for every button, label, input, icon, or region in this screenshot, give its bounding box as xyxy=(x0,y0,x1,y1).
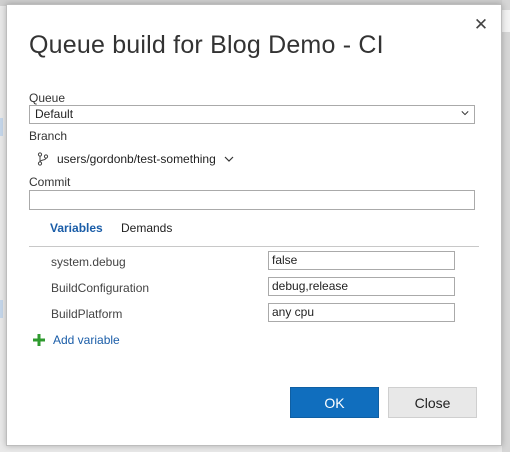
tab-bar: Variables Demands xyxy=(29,219,479,251)
tab-demands[interactable]: Demands xyxy=(121,221,172,235)
dialog-title: Queue build for Blog Demo - CI xyxy=(29,31,384,59)
queue-build-dialog: ✕ Queue build for Blog Demo - CI Queue D… xyxy=(6,4,502,446)
variable-value-input[interactable]: false xyxy=(268,251,455,270)
variable-name: BuildConfiguration xyxy=(51,281,150,295)
queue-selected-value: Default xyxy=(35,107,74,121)
background-left-marker xyxy=(0,300,3,318)
variable-name: BuildPlatform xyxy=(51,307,123,321)
branch-icon xyxy=(37,152,49,166)
variable-name: system.debug xyxy=(51,255,126,269)
ok-button[interactable]: OK xyxy=(290,387,379,418)
branch-value: users/gordonb/test-something xyxy=(57,152,216,166)
chevron-down-icon xyxy=(224,156,234,162)
tab-divider xyxy=(29,246,479,247)
add-variable-link[interactable]: Add variable xyxy=(33,333,120,347)
close-icon[interactable]: ✕ xyxy=(469,13,493,37)
plus-icon xyxy=(33,334,45,346)
background-left-marker xyxy=(0,118,3,136)
chevron-down-icon xyxy=(461,111,469,116)
variable-value-input[interactable]: debug,release xyxy=(268,277,455,296)
tab-variables[interactable]: Variables xyxy=(50,221,103,235)
add-variable-label: Add variable xyxy=(53,333,120,347)
commit-input[interactable] xyxy=(29,190,475,210)
background-window-close-partial xyxy=(501,10,510,32)
branch-label: Branch xyxy=(29,129,68,143)
branch-selector[interactable]: users/gordonb/test-something xyxy=(37,150,234,168)
queue-label: Queue xyxy=(29,91,66,105)
background-right-strip xyxy=(502,0,510,452)
close-button[interactable]: Close xyxy=(388,387,477,418)
variable-value-input[interactable]: any cpu xyxy=(268,303,455,322)
commit-label: Commit xyxy=(29,175,71,189)
queue-select[interactable]: Default xyxy=(29,105,475,124)
